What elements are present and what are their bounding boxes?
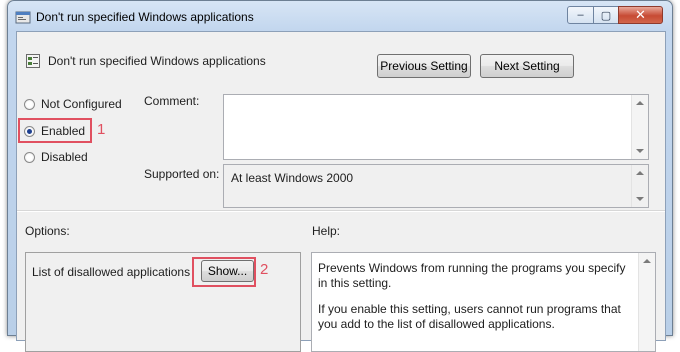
supported-on-value: At least Windows 2000: [231, 171, 354, 185]
next-setting-button[interactable]: Next Setting: [480, 54, 574, 78]
help-pane: Prevents Windows from running the progra…: [311, 252, 656, 352]
options-label: Options:: [25, 224, 70, 238]
close-button[interactable]: ✕: [618, 6, 663, 24]
policy-settings-icon: [15, 11, 31, 24]
radio-disabled[interactable]: Disabled: [24, 150, 88, 164]
scroll-down-icon[interactable]: [636, 197, 644, 201]
previous-setting-button[interactable]: Previous Setting: [377, 54, 471, 78]
close-icon: ✕: [635, 7, 646, 22]
help-text: Prevents Windows from running the progra…: [318, 261, 636, 343]
minimize-icon: –: [577, 9, 584, 21]
comment-textarea[interactable]: [223, 94, 649, 160]
radio-button[interactable]: [24, 151, 35, 163]
supported-on-label: Supported on:: [144, 167, 220, 181]
policy-setting-icon: [26, 54, 40, 68]
comment-label: Comment:: [144, 94, 200, 108]
section-divider: [17, 210, 665, 212]
scroll-up-icon[interactable]: [636, 101, 644, 105]
supported-scrollbar[interactable]: [631, 165, 648, 207]
policy-window: Don't run specified Windows applications…: [7, 0, 673, 352]
comment-scrollbar[interactable]: [631, 95, 648, 159]
radio-label-not-configured: Not Configured: [41, 97, 122, 111]
minimize-button[interactable]: –: [567, 6, 594, 24]
radio-not-configured[interactable]: Not Configured: [24, 97, 122, 111]
supported-on-field: At least Windows 2000: [223, 164, 649, 208]
policy-title: Don't run specified Windows applications: [48, 54, 266, 68]
window-title: Don't run specified Windows applications: [36, 10, 254, 24]
radio-label-disabled: Disabled: [41, 150, 88, 164]
annotation-highlight-2: [192, 257, 256, 287]
help-label: Help:: [312, 224, 341, 238]
scroll-up-icon[interactable]: [643, 259, 651, 263]
dialog-client-area: Don't run specified Windows applications…: [16, 31, 666, 352]
radio-button[interactable]: [24, 98, 35, 110]
title-bar[interactable]: Don't run specified Windows applications…: [8, 1, 672, 31]
annotation-number-1: 1: [97, 121, 106, 138]
annotation-number-2: 2: [260, 261, 269, 278]
scroll-up-icon[interactable]: [636, 171, 644, 175]
help-scrollbar[interactable]: [638, 253, 655, 351]
scroll-down-icon[interactable]: [636, 149, 644, 153]
maximize-icon: ▢: [600, 9, 612, 22]
disallowed-applications-label: List of disallowed applications: [32, 265, 191, 279]
help-paragraph-1: Prevents Windows from running the progra…: [318, 261, 626, 290]
maximize-button[interactable]: ▢: [593, 6, 619, 24]
annotation-highlight-1: [18, 118, 92, 143]
